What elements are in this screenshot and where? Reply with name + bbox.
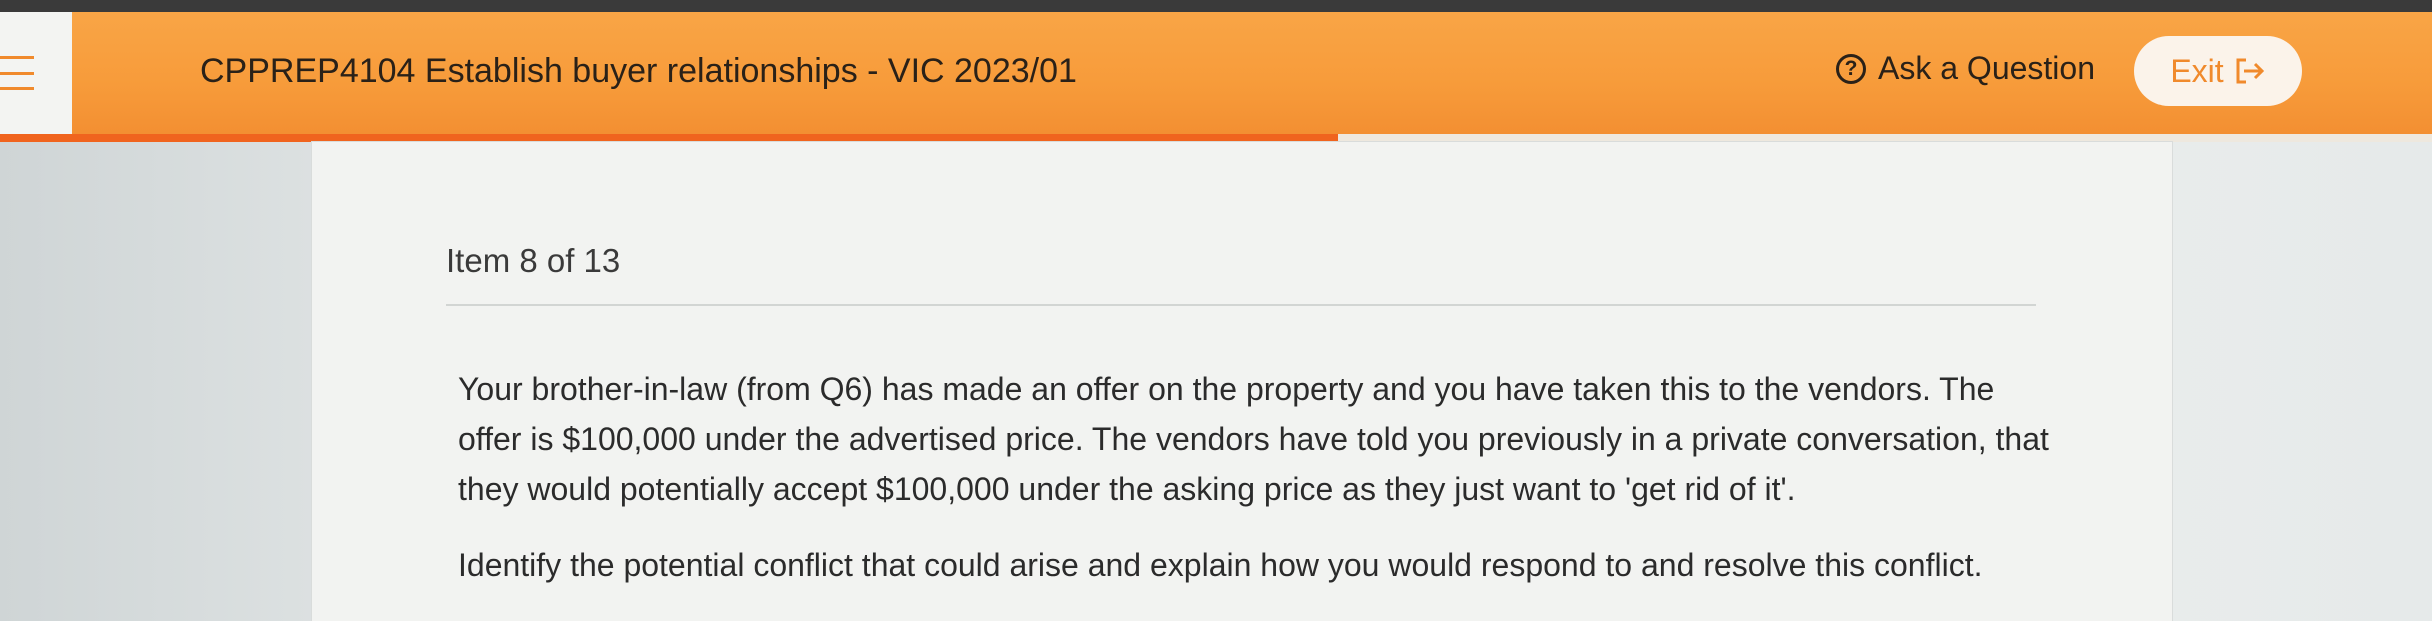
- menu-line: [0, 56, 34, 59]
- ask-question-label: Ask a Question: [1878, 50, 2095, 86]
- exit-label: Exit: [2170, 52, 2224, 89]
- question-card: Item 8 of 13 Your brother-in-law (from Q…: [312, 142, 2172, 621]
- question-line: offer is $100,000 under the advertised p…: [458, 421, 2049, 457]
- progress-bar: [0, 134, 2432, 142]
- hamburger-menu-icon[interactable]: [0, 56, 34, 90]
- menu-line: [0, 71, 34, 75]
- course-title: CPPREP4104 Establish buyer relationships…: [200, 52, 1077, 90]
- sign-out-icon: [2234, 57, 2266, 85]
- monitor-bezel: [0, 0, 2432, 12]
- question-line: Your brother-in-law (from Q6) has made a…: [458, 371, 1995, 407]
- question-instruction: Identify the potential conflict that cou…: [458, 547, 1983, 583]
- question-line: they would potentially accept $100,000 u…: [458, 471, 1796, 507]
- top-bar: CPPREP4104 Establish buyer relationships…: [0, 12, 2432, 134]
- menu-line: [0, 87, 34, 90]
- item-counter: Item 8 of 13: [446, 242, 621, 279]
- question-body: Your brother-in-law (from Q6) has made a…: [458, 364, 2058, 590]
- menu-area: [0, 12, 72, 134]
- screen: CPPREP4104 Establish buyer relationships…: [0, 0, 2432, 621]
- question-circle-icon: ?: [1836, 53, 1866, 84]
- ask-question-button[interactable]: ? Ask a Question: [1836, 50, 2095, 87]
- exit-button[interactable]: Exit: [2134, 36, 2302, 106]
- progress-fill: [0, 134, 1338, 142]
- divider: [446, 304, 2036, 306]
